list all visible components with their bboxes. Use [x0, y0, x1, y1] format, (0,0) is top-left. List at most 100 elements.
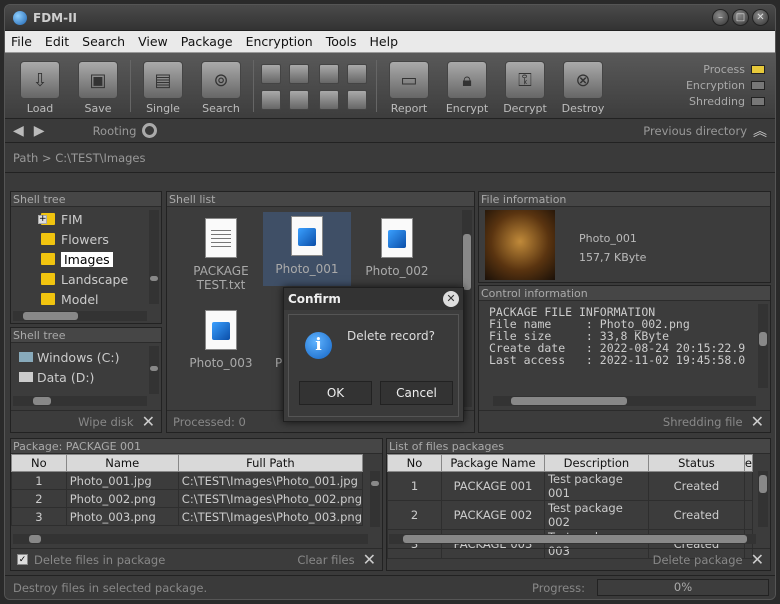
menu-edit[interactable]: Edit: [45, 34, 69, 49]
close-button[interactable]: ✕: [752, 9, 769, 26]
copy-icon[interactable]: [289, 64, 309, 84]
tree-item-model[interactable]: Model: [41, 289, 161, 309]
cancel-button[interactable]: Cancel: [380, 381, 453, 405]
col-name: Name: [65, 454, 179, 472]
destroy-button[interactable]: ⊗ Destroy: [554, 54, 612, 118]
shell-tree-title: Shell tree: [11, 192, 161, 207]
previous-directory-button[interactable]: Previous directory: [643, 124, 747, 138]
drives-vertical-scrollbar[interactable]: [149, 346, 159, 394]
tree-item-images[interactable]: Images: [41, 249, 161, 269]
table-row[interactable]: 1 Photo_001.jpg C:\TEST\Images\Photo_001.j…: [11, 471, 364, 490]
small-tools-1: [261, 64, 311, 110]
tree-vertical-scrollbar[interactable]: [149, 210, 159, 304]
package-title: Package: PACKAGE 001: [11, 439, 382, 454]
drive-windows-c[interactable]: Windows (C:): [19, 347, 161, 367]
shredding-indicator: Shredding: [686, 93, 765, 109]
shredding-file-bar: Shredding file ✕: [479, 410, 770, 432]
control-vertical-scrollbar[interactable]: [758, 304, 768, 388]
rooting-gear-icon[interactable]: [142, 123, 158, 138]
delete-package-label[interactable]: Delete package: [653, 553, 743, 567]
menu-tools[interactable]: Tools: [326, 34, 357, 49]
clear-files-x-icon[interactable]: ✕: [363, 550, 376, 569]
save-button[interactable]: ▣ Save: [69, 54, 127, 118]
file-photo-001[interactable]: Photo_001: [263, 212, 351, 286]
delete-files-checkbox[interactable]: ✓: [17, 554, 28, 565]
tree-horizontal-scrollbar[interactable]: [13, 311, 147, 321]
packages-actions-bar: Delete package ✕: [387, 548, 770, 570]
dialog-close-icon[interactable]: ✕: [443, 291, 459, 307]
delete-files-label[interactable]: Delete files in package: [34, 553, 165, 567]
control-info-text: PACKAGE FILE INFORMATION File name : Phot…: [489, 306, 746, 367]
add-icon[interactable]: [261, 90, 281, 110]
table-row[interactable]: 2 PACKAGE 002 Test package 002 Created: [387, 500, 754, 530]
wipe-disk-x-icon[interactable]: ✕: [142, 412, 155, 431]
table-row[interactable]: 2 Photo_002.png C:\TEST\Images\Photo_002.p…: [11, 489, 364, 508]
table-row[interactable]: 1 PACKAGE 001 Test package 001 Created: [387, 471, 754, 501]
drive-data-d[interactable]: Data (D:): [19, 367, 161, 387]
tree-item-fim[interactable]: + FIM: [38, 209, 161, 229]
forward-arrow-icon[interactable]: ▶: [34, 123, 45, 139]
menu-search[interactable]: Search: [82, 34, 125, 49]
tools-icon[interactable]: [289, 90, 309, 110]
file-photo-002[interactable]: Photo_002: [353, 214, 441, 278]
col-no: No: [11, 454, 67, 472]
drives-horizontal-scrollbar[interactable]: [13, 396, 147, 406]
col-description: Description: [543, 454, 649, 472]
checklist-icon[interactable]: [347, 64, 367, 84]
info-icon: i: [305, 332, 332, 359]
col-status: Status: [647, 454, 745, 472]
shell-list-title: Shell list: [167, 192, 474, 207]
clear-files-label[interactable]: Clear files: [297, 553, 354, 567]
package-horizontal-scrollbar[interactable]: [13, 534, 368, 544]
load-button[interactable]: ⇩ Load: [11, 54, 69, 118]
menu-bar: File Edit Search View Package Encryption…: [5, 31, 775, 53]
single-icon: ▤: [143, 61, 183, 99]
tree-item-landscape[interactable]: Landscape: [41, 269, 161, 289]
report-button[interactable]: ▭ Report: [380, 54, 438, 118]
maximize-button[interactable]: □: [732, 9, 749, 26]
ok-button[interactable]: OK: [299, 381, 372, 405]
shredding-x-icon[interactable]: ✕: [751, 412, 764, 431]
menu-package[interactable]: Package: [181, 34, 233, 49]
printer-icon: ▭: [389, 61, 429, 99]
menu-help[interactable]: Help: [370, 34, 399, 49]
encrypt-button[interactable]: 🔒︎ Encrypt: [438, 54, 496, 118]
small-tools-2: [319, 64, 369, 110]
up-chevron-icon[interactable]: ︽: [753, 121, 767, 141]
floppy-icon[interactable]: [319, 64, 339, 84]
wipe-disk-label[interactable]: Wipe disk: [78, 415, 134, 429]
package-vertical-scrollbar[interactable]: [370, 471, 380, 527]
list-icon[interactable]: [347, 90, 367, 110]
control-horizontal-scrollbar[interactable]: [493, 396, 756, 406]
expand-plus-icon[interactable]: +: [38, 214, 47, 224]
save-icon: ▣: [78, 61, 118, 99]
wipe-disk-bar: Wipe disk ✕: [11, 410, 161, 432]
file-package-test[interactable]: PACKAGE TEST.txt: [177, 214, 265, 292]
folder-icon: [41, 233, 55, 245]
back-arrow-icon[interactable]: ◀: [13, 123, 24, 139]
single-button[interactable]: ▤ Single: [134, 54, 192, 118]
decrypt-button[interactable]: ⚿ Decrypt: [496, 54, 554, 118]
menu-encryption[interactable]: Encryption: [246, 34, 313, 49]
file-info-size: 157,7 KByte: [579, 251, 647, 264]
packages-horizontal-scrollbar[interactable]: [389, 534, 756, 544]
image-file-icon: [291, 216, 323, 256]
col-no: No: [387, 454, 442, 472]
document-icon[interactable]: [261, 64, 281, 84]
table-row[interactable]: 3 Photo_003.png C:\TEST\Images\Photo_003.p…: [11, 507, 364, 526]
encryption-indicator: Encryption: [686, 77, 765, 93]
packages-vertical-scrollbar[interactable]: [758, 471, 768, 527]
minimize-button[interactable]: –: [712, 9, 729, 26]
progress-label: Progress:: [532, 580, 585, 595]
grid-icon[interactable]: [319, 90, 339, 110]
menu-file[interactable]: File: [11, 34, 32, 49]
tree-item-flowers[interactable]: Flowers: [41, 229, 161, 249]
rooting-button[interactable]: Rooting: [93, 124, 137, 138]
shredding-file-label[interactable]: Shredding file: [663, 415, 743, 429]
file-info-title: File information: [479, 192, 770, 207]
file-photo-003[interactable]: Photo_003: [177, 306, 265, 370]
menu-view[interactable]: View: [138, 34, 168, 49]
control-info-panel: Control information PACKAGE FILE INFORMA…: [478, 285, 771, 433]
search-button[interactable]: ⊚ Search: [192, 54, 250, 118]
delete-package-x-icon[interactable]: ✕: [751, 550, 764, 569]
